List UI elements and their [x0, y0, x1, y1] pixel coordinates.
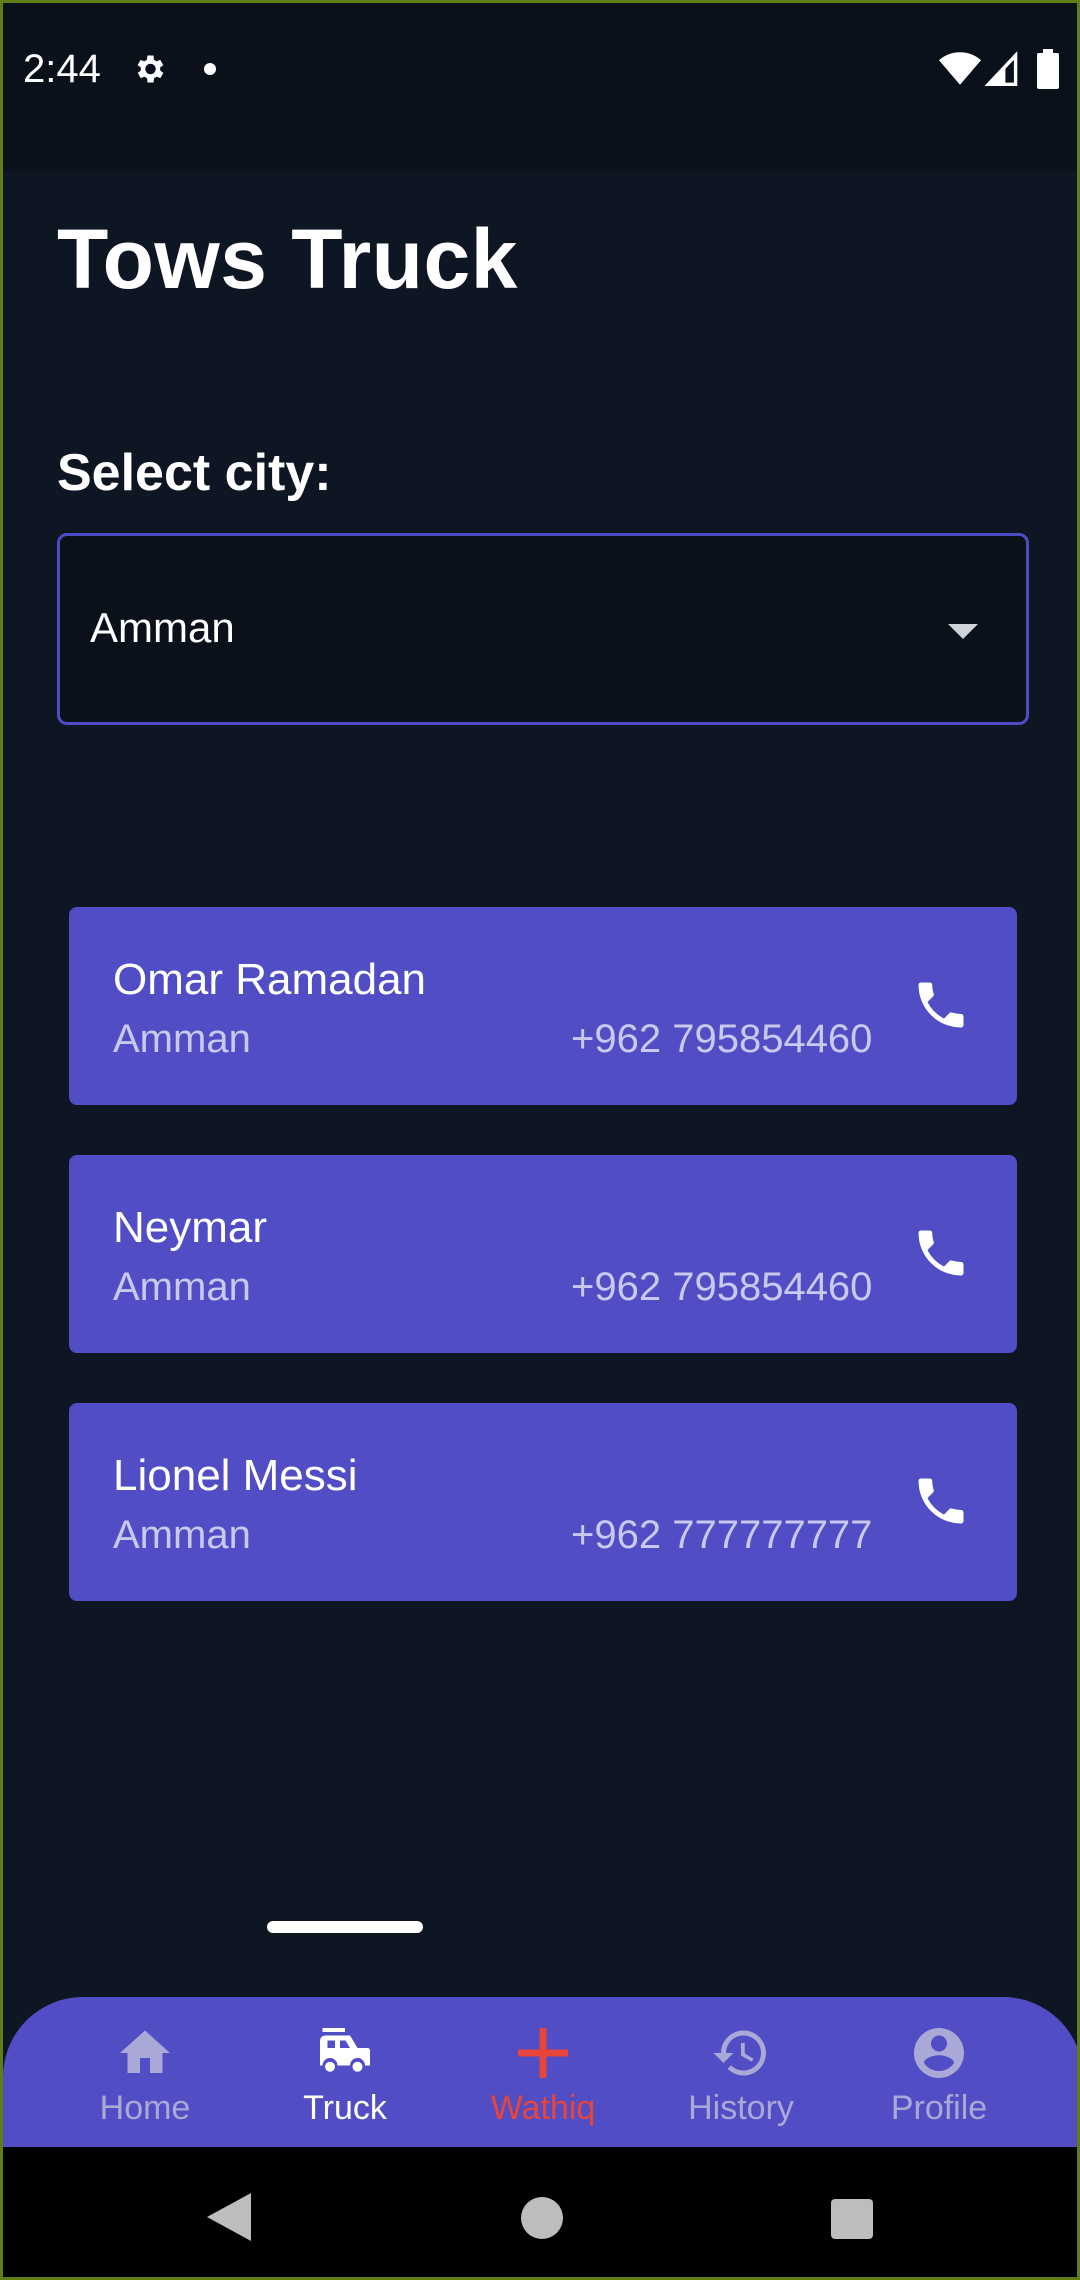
battery-icon: [1037, 49, 1059, 89]
page-title: Tows Truck: [57, 212, 518, 306]
signal-icon: [985, 51, 1018, 86]
contact-name: Neymar: [113, 1203, 268, 1252]
contact-phone: +962 777777777: [571, 1513, 873, 1557]
notification-dot-icon: [204, 63, 216, 75]
city-dropdown[interactable]: Amman: [57, 533, 1029, 725]
contact-card[interactable]: Lionel Messi Amman +962 777777777: [69, 1403, 1017, 1601]
nav-label-truck: Truck: [303, 2089, 387, 2127]
select-city-label: Select city:: [57, 444, 332, 502]
contact-name: Lionel Messi: [113, 1451, 358, 1500]
system-navigation-bar: [3, 2147, 1077, 2277]
contact-phone: +962 795854460: [571, 1017, 873, 1061]
home-button-icon[interactable]: [521, 2197, 563, 2239]
nav-item-home[interactable]: Home: [45, 1997, 245, 2147]
contact-card[interactable]: Omar Ramadan Amman +962 795854460: [69, 907, 1017, 1105]
nav-item-profile[interactable]: Profile: [839, 1997, 1039, 2147]
phone-icon[interactable]: [911, 1471, 971, 1531]
nav-label-wathiq: Wathiq: [490, 2089, 596, 2127]
city-dropdown-value: Amman: [90, 604, 235, 651]
contact-phone: +962 795854460: [571, 1265, 873, 1309]
nav-item-wathiq[interactable]: Wathiq: [443, 1997, 643, 2147]
nav-label-profile: Profile: [890, 2089, 988, 2127]
wifi-icon: [939, 52, 981, 85]
fire-truck-icon: [320, 2028, 370, 2072]
nav-label-history: History: [688, 2089, 794, 2127]
active-tab-indicator: [267, 1921, 423, 1933]
contact-city: Amman: [113, 1265, 251, 1309]
phone-icon[interactable]: [911, 1223, 971, 1283]
status-time: 2:44: [23, 47, 101, 91]
history-icon: [713, 2030, 766, 2076]
nav-label-home: Home: [99, 2089, 191, 2127]
contact-name: Omar Ramadan: [113, 955, 427, 1004]
home-icon: [120, 2030, 170, 2073]
phone-icon[interactable]: [911, 975, 971, 1035]
nav-item-truck[interactable]: Truck: [245, 1997, 445, 2147]
gear-icon: [137, 55, 164, 83]
contact-card[interactable]: Neymar Amman +962 795854460: [69, 1155, 1017, 1353]
app-screen: 2:44 Tows Truck Select city: Amman Omar …: [0, 0, 1080, 2280]
dropdown-arrow-icon: [948, 624, 978, 639]
recent-apps-icon[interactable]: [831, 2199, 873, 2239]
bottom-navigation: Home Truck Wathiq History Profile: [3, 1997, 1077, 2147]
back-icon[interactable]: [207, 2193, 251, 2241]
contact-city: Amman: [113, 1513, 251, 1557]
status-bar: 2:44: [3, 3, 1077, 171]
plus-icon: [518, 2028, 568, 2078]
contact-city: Amman: [113, 1017, 251, 1061]
nav-item-history[interactable]: History: [641, 1997, 841, 2147]
profile-icon: [914, 2028, 964, 2078]
